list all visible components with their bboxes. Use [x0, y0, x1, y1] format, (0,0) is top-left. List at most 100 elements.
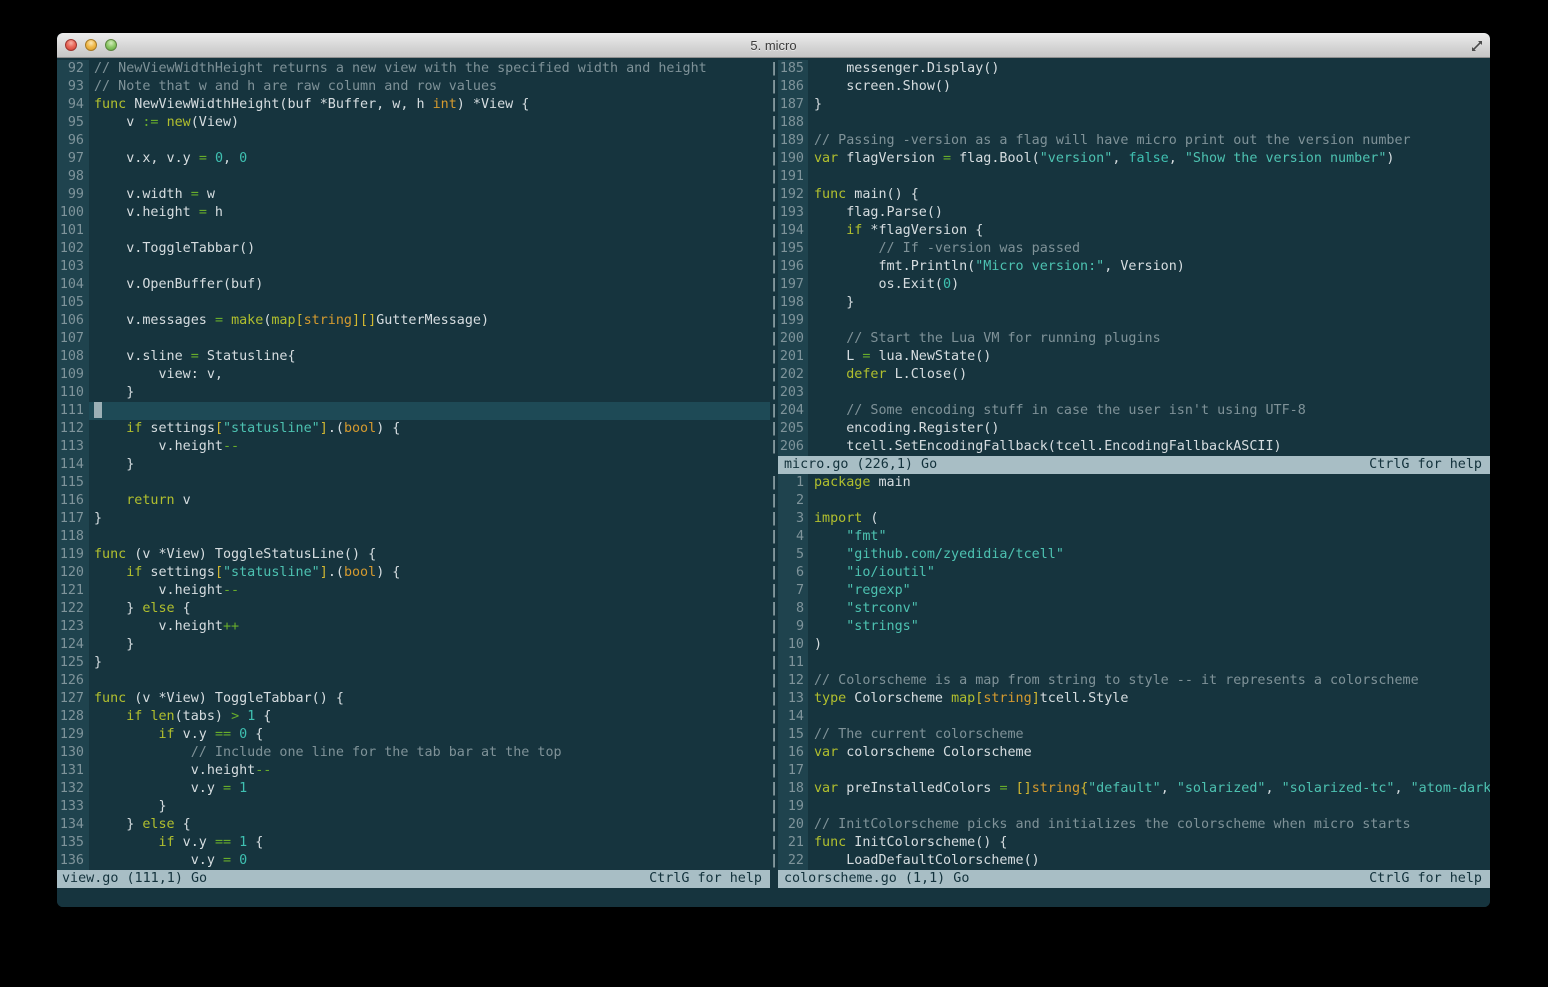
code-line[interactable]: 97 v.x, v.y = 0, 0: [57, 150, 770, 168]
code-text[interactable]: [808, 312, 1490, 330]
code-text[interactable]: flag.Parse(): [808, 204, 1490, 222]
code-text[interactable]: view: v,: [89, 366, 770, 384]
code-line[interactable]: 116 return v: [57, 492, 770, 510]
code-text[interactable]: }: [808, 294, 1490, 312]
code-text[interactable]: [89, 222, 770, 240]
code-text[interactable]: v.y = 0: [89, 852, 770, 870]
code-line[interactable]: |12// Colorscheme is a map from string t…: [770, 672, 1490, 690]
code-line[interactable]: 118: [57, 528, 770, 546]
code-text[interactable]: "strconv": [808, 600, 1490, 618]
code-text[interactable]: [89, 528, 770, 546]
code-text[interactable]: [808, 654, 1490, 672]
titlebar[interactable]: 5. micro: [57, 33, 1490, 58]
code-text[interactable]: [89, 402, 770, 420]
zoom-button[interactable]: [105, 39, 117, 51]
code-line[interactable]: 119func (v *View) ToggleStatusLine() {: [57, 546, 770, 564]
code-line[interactable]: |190var flagVersion = flag.Bool("version…: [770, 150, 1490, 168]
code-line[interactable]: |198 }: [770, 294, 1490, 312]
code-line[interactable]: 132 v.y = 1: [57, 780, 770, 798]
code-text[interactable]: [89, 168, 770, 186]
code-line[interactable]: |9 "strings": [770, 618, 1490, 636]
code-line[interactable]: |15// The current colorscheme: [770, 726, 1490, 744]
code-line[interactable]: |21func InitColorscheme() {: [770, 834, 1490, 852]
code-line[interactable]: |189// Passing -version as a flag will h…: [770, 132, 1490, 150]
code-text[interactable]: // Start the Lua VM for running plugins: [808, 330, 1490, 348]
code-line[interactable]: |20// InitColorscheme picks and initiali…: [770, 816, 1490, 834]
code-line[interactable]: |205 encoding.Register(): [770, 420, 1490, 438]
code-line[interactable]: |5 "github.com/zyedidia/tcell": [770, 546, 1490, 564]
code-text[interactable]: LoadDefaultColorscheme(): [808, 852, 1490, 870]
code-text[interactable]: func NewViewWidthHeight(buf *Buffer, w, …: [89, 96, 770, 114]
code-line[interactable]: |10): [770, 636, 1490, 654]
code-text[interactable]: var preInstalledColors = []string{"defau…: [808, 780, 1490, 798]
code-line[interactable]: 133 }: [57, 798, 770, 816]
code-text[interactable]: if v.y == 1 {: [89, 834, 770, 852]
code-text[interactable]: messenger.Display(): [808, 60, 1490, 78]
pane-colorscheme-go[interactable]: |1package main|2|3import (|4 "fmt"|5 "gi…: [770, 474, 1490, 888]
code-line[interactable]: 129 if v.y == 0 {: [57, 726, 770, 744]
code-line[interactable]: |19: [770, 798, 1490, 816]
code-line[interactable]: 93// Note that w and h are raw column an…: [57, 78, 770, 96]
code-line[interactable]: |11: [770, 654, 1490, 672]
code-text[interactable]: v.height--: [89, 438, 770, 456]
code-line[interactable]: 104 v.OpenBuffer(buf): [57, 276, 770, 294]
code-line[interactable]: 106 v.messages = make(map[string][]Gutte…: [57, 312, 770, 330]
code-line[interactable]: 117}: [57, 510, 770, 528]
code-line[interactable]: |1package main: [770, 474, 1490, 492]
code-text[interactable]: }: [89, 456, 770, 474]
close-button[interactable]: [65, 39, 77, 51]
code-text[interactable]: // The current colorscheme: [808, 726, 1490, 744]
code-line[interactable]: 136 v.y = 0: [57, 852, 770, 870]
code-text[interactable]: } else {: [89, 600, 770, 618]
code-line[interactable]: |18var preInstalledColors = []string{"de…: [770, 780, 1490, 798]
code-text[interactable]: }: [89, 636, 770, 654]
code-text[interactable]: encoding.Register(): [808, 420, 1490, 438]
code-text[interactable]: // Passing -version as a flag will have …: [808, 132, 1490, 150]
code-text[interactable]: import (: [808, 510, 1490, 528]
code-text[interactable]: "strings": [808, 618, 1490, 636]
code-text[interactable]: }: [89, 384, 770, 402]
code-text[interactable]: } else {: [89, 816, 770, 834]
code-text[interactable]: "github.com/zyedidia/tcell": [808, 546, 1490, 564]
code-text[interactable]: func main() {: [808, 186, 1490, 204]
code-text[interactable]: [808, 168, 1490, 186]
code-line[interactable]: |193 flag.Parse(): [770, 204, 1490, 222]
code-text[interactable]: }: [89, 510, 770, 528]
code-line[interactable]: 95 v := new(View): [57, 114, 770, 132]
code-text[interactable]: v.OpenBuffer(buf): [89, 276, 770, 294]
code-line[interactable]: 122 } else {: [57, 600, 770, 618]
code-text[interactable]: }: [89, 798, 770, 816]
code-text[interactable]: "regexp": [808, 582, 1490, 600]
code-line[interactable]: |186 screen.Show(): [770, 78, 1490, 96]
code-text[interactable]: var flagVersion = flag.Bool("version", f…: [808, 150, 1490, 168]
code-line[interactable]: |2: [770, 492, 1490, 510]
code-line[interactable]: 105: [57, 294, 770, 312]
code-line[interactable]: 111: [57, 402, 770, 420]
code-line[interactable]: |206 tcell.SetEncodingFallback(tcell.Enc…: [770, 438, 1490, 456]
pane-micro-go[interactable]: |185 messenger.Display()|186 screen.Show…: [770, 60, 1490, 474]
code-text[interactable]: [808, 114, 1490, 132]
code-text[interactable]: func (v *View) ToggleStatusLine() {: [89, 546, 770, 564]
code-line[interactable]: |6 "io/ioutil": [770, 564, 1490, 582]
code-line[interactable]: 125}: [57, 654, 770, 672]
code-text[interactable]: [808, 492, 1490, 510]
code-text[interactable]: os.Exit(0): [808, 276, 1490, 294]
code-line[interactable]: 110 }: [57, 384, 770, 402]
code-line[interactable]: |188: [770, 114, 1490, 132]
code-line[interactable]: 112 if settings["statusline"].(bool) {: [57, 420, 770, 438]
code-line[interactable]: 135 if v.y == 1 {: [57, 834, 770, 852]
code-line[interactable]: |203: [770, 384, 1490, 402]
code-line[interactable]: |192func main() {: [770, 186, 1490, 204]
code-text[interactable]: }: [89, 654, 770, 672]
code-text[interactable]: [89, 330, 770, 348]
code-line[interactable]: |187}: [770, 96, 1490, 114]
code-line[interactable]: |204 // Some encoding stuff in case the …: [770, 402, 1490, 420]
code-line[interactable]: |202 defer L.Close(): [770, 366, 1490, 384]
minimize-button[interactable]: [85, 39, 97, 51]
code-text[interactable]: "fmt": [808, 528, 1490, 546]
code-line[interactable]: 100 v.height = h: [57, 204, 770, 222]
code-text[interactable]: "io/ioutil": [808, 564, 1490, 582]
code-line[interactable]: 114 }: [57, 456, 770, 474]
code-text[interactable]: v.sline = Statusline{: [89, 348, 770, 366]
code-text[interactable]: [89, 132, 770, 150]
